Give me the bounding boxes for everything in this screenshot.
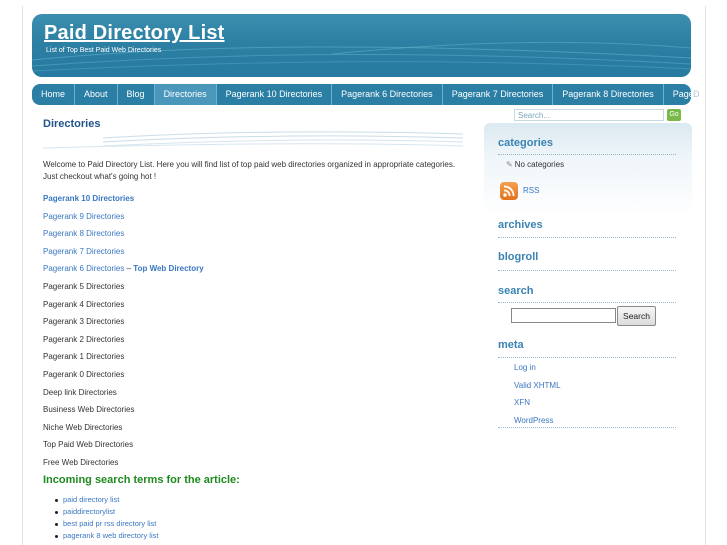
- top-search-input[interactable]: Search...: [514, 109, 664, 121]
- list-item: Pagerank 5 Directories: [43, 281, 125, 291]
- nav-item-pagerank-7[interactable]: Pagerank 7 Directories: [443, 84, 554, 105]
- list-item[interactable]: best paid pr rss directory list: [55, 518, 158, 530]
- no-categories-text: ✎ No categories: [506, 160, 564, 169]
- list-item: Business Web Directories: [43, 405, 135, 415]
- search-terms-list: paid directory list paiddirectorylist be…: [55, 494, 158, 542]
- sidebar-search-button[interactable]: Search: [617, 306, 656, 326]
- list-item-pagerank-6: Pagerank 6 Directories – Top Web Directo…: [43, 263, 463, 281]
- main-content: Directories Welcome to Paid Directory Li…: [43, 118, 463, 540]
- link-pagerank-9[interactable]: Pagerank 9 Directories: [43, 211, 463, 229]
- nav-item-pagerank-overflow[interactable]: Pagerank: [664, 84, 691, 105]
- archives-heading: archives: [498, 219, 543, 231]
- main-navigation: Home About Blog Directories Pagerank 10 …: [32, 84, 691, 105]
- sidebar-search-input[interactable]: [511, 308, 616, 323]
- list-item: Niche Web Directories: [43, 422, 123, 432]
- directory-links-list: Pagerank 10 Directories Pagerank 9 Direc…: [43, 193, 463, 475]
- site-title[interactable]: Paid Directory List: [44, 22, 225, 45]
- title-decoration: [43, 131, 463, 149]
- list-item: Pagerank 4 Directories: [43, 299, 125, 309]
- list-item: Top Paid Web Directories: [43, 440, 134, 450]
- site-tagline: List of Top Best Paid Web Directories: [46, 47, 162, 54]
- meta-link-xfn[interactable]: XFN: [514, 397, 561, 415]
- divider: [498, 237, 676, 238]
- site-header: Paid Directory List List of Top Best Pai…: [32, 14, 691, 77]
- go-button[interactable]: Go: [667, 109, 681, 121]
- bullet-icon: [55, 534, 58, 538]
- search-heading: search: [498, 285, 534, 297]
- nav-item-pagerank-6[interactable]: Pagerank 6 Directories: [332, 84, 443, 105]
- divider: [498, 357, 676, 358]
- blogroll-heading: blogroll: [498, 251, 539, 263]
- nav-item-directories[interactable]: Directories: [154, 84, 217, 105]
- list-item[interactable]: pagerank 8 web directory list: [55, 530, 158, 542]
- divider: [498, 302, 676, 303]
- separator: –: [124, 264, 134, 274]
- divider: [498, 427, 676, 428]
- nav-overflow-text: D: [693, 89, 700, 99]
- categories-heading: categories: [498, 137, 554, 149]
- nav-item-pagerank-8[interactable]: Pagerank 8 Directories: [553, 84, 664, 105]
- list-item: Pagerank 1 Directories: [43, 352, 125, 362]
- list-item: Pagerank 3 Directories: [43, 317, 125, 327]
- bullet-icon: [55, 522, 58, 526]
- list-item: Deep link Directories: [43, 387, 117, 397]
- meta-link-wordpress[interactable]: WordPress: [514, 415, 561, 433]
- meta-link-valid-xhtml[interactable]: Valid XHTML: [514, 380, 561, 398]
- meta-links-list: Log in Valid XHTML XFN WordPress: [514, 362, 561, 433]
- rss-link[interactable]: RSS: [523, 186, 539, 195]
- list-item[interactable]: paiddirectorylist: [55, 506, 158, 518]
- link-pagerank-10[interactable]: Pagerank 10 Directories: [43, 193, 463, 211]
- nav-item-home[interactable]: Home: [32, 84, 76, 105]
- bullet-icon: [55, 510, 58, 514]
- no-categories-label: No categories: [514, 160, 565, 169]
- search-term-link[interactable]: best paid pr rss directory list: [63, 519, 156, 528]
- bullet-icon: [55, 498, 58, 502]
- nav-item-pagerank-10[interactable]: Pagerank 10 Directories: [217, 84, 333, 105]
- incoming-search-heading: Incoming search terms for the article:: [43, 474, 240, 486]
- link-pagerank-8[interactable]: Pagerank 8 Directories: [43, 228, 463, 246]
- search-term-link[interactable]: paiddirectorylist: [63, 507, 115, 516]
- rss-icon[interactable]: [500, 182, 518, 200]
- meta-link-login[interactable]: Log in: [514, 362, 561, 380]
- link-pagerank-7[interactable]: Pagerank 7 Directories: [43, 246, 463, 264]
- link-pagerank-6[interactable]: Pagerank 6 Directories: [43, 264, 124, 273]
- list-item: Pagerank 0 Directories: [43, 369, 125, 379]
- nav-item-blog[interactable]: Blog: [118, 84, 155, 105]
- link-top-web-directory[interactable]: Top Web Directory: [133, 264, 203, 273]
- list-item[interactable]: paid directory list: [55, 494, 158, 506]
- nav-item-about[interactable]: About: [75, 84, 118, 105]
- divider: [498, 154, 676, 155]
- search-term-link[interactable]: pagerank 8 web directory list: [63, 531, 158, 540]
- list-item: Pagerank 2 Directories: [43, 334, 125, 344]
- divider: [498, 270, 676, 271]
- pencil-icon: ✎: [506, 160, 513, 169]
- list-item: Free Web Directories: [43, 457, 119, 467]
- search-term-link[interactable]: paid directory list: [63, 495, 119, 504]
- intro-paragraph: Welcome to Paid Directory List. Here you…: [43, 160, 456, 181]
- meta-heading: meta: [498, 339, 524, 351]
